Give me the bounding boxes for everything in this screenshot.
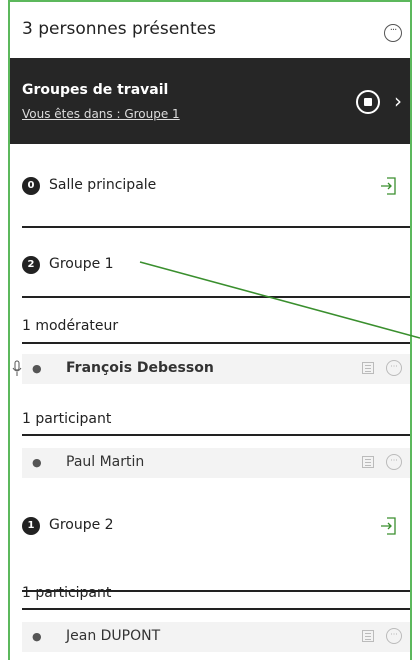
participant-name: Paul Martin [66,454,145,470]
participant-name: François Debesson [66,360,214,376]
room-group1: 2 Groupe 1 [10,228,410,298]
room-count-badge: 1 [22,517,40,535]
user-icon: ● [32,456,42,469]
participant-name: Jean DUPONT [66,628,161,644]
room-label: Salle principale [49,177,157,193]
room-label: Groupe 1 [49,256,114,272]
divider [22,296,410,298]
participants-count-title: 3 personnes présentes [22,19,216,39]
microphone-icon [12,360,22,376]
room-label: Groupe 2 [49,517,114,533]
list-icon[interactable] [362,456,374,468]
list-icon[interactable] [362,630,374,642]
more-options-icon[interactable]: ··· [384,24,402,42]
list-icon[interactable] [362,362,374,374]
user-icon: ● [32,362,42,375]
breakout-title: Groupes de travail [22,82,169,98]
more-icon[interactable]: ··· [386,628,402,644]
participant-row[interactable]: ● François Debesson ··· [12,354,410,384]
more-icon[interactable]: ··· [386,454,402,470]
panel-header: 3 personnes présentes ··· [10,2,410,58]
participant-row[interactable]: ● Paul Martin ··· [22,448,410,478]
join-room-icon[interactable] [380,517,398,535]
divider [22,608,410,610]
room-count-badge: 2 [22,256,40,274]
participants-panel: 3 personnes présentes ··· Groupes de tra… [8,0,412,660]
room-main: 0 Salle principale [10,144,410,228]
more-icon[interactable]: ··· [386,360,402,376]
chevron-right-icon[interactable]: › [394,90,402,112]
breakout-banner[interactable]: Groupes de travail Vous êtes dans : Grou… [10,58,410,144]
room-group2: 1 Groupe 2 [10,482,410,592]
join-room-icon[interactable] [380,177,398,195]
user-icon: ● [32,630,42,643]
moderators-section-label: 1 modérateur [22,318,119,334]
participant-row[interactable]: ● Jean DUPONT ··· [22,622,410,652]
divider [22,434,410,436]
stop-icon[interactable] [356,90,380,114]
participants-section-label: 1 participant [22,411,112,427]
participants-section-label: 1 participant [22,585,112,601]
current-group-link[interactable]: Vous êtes dans : Groupe 1 [22,107,180,121]
room-count-badge: 0 [22,177,40,195]
divider [22,342,410,344]
